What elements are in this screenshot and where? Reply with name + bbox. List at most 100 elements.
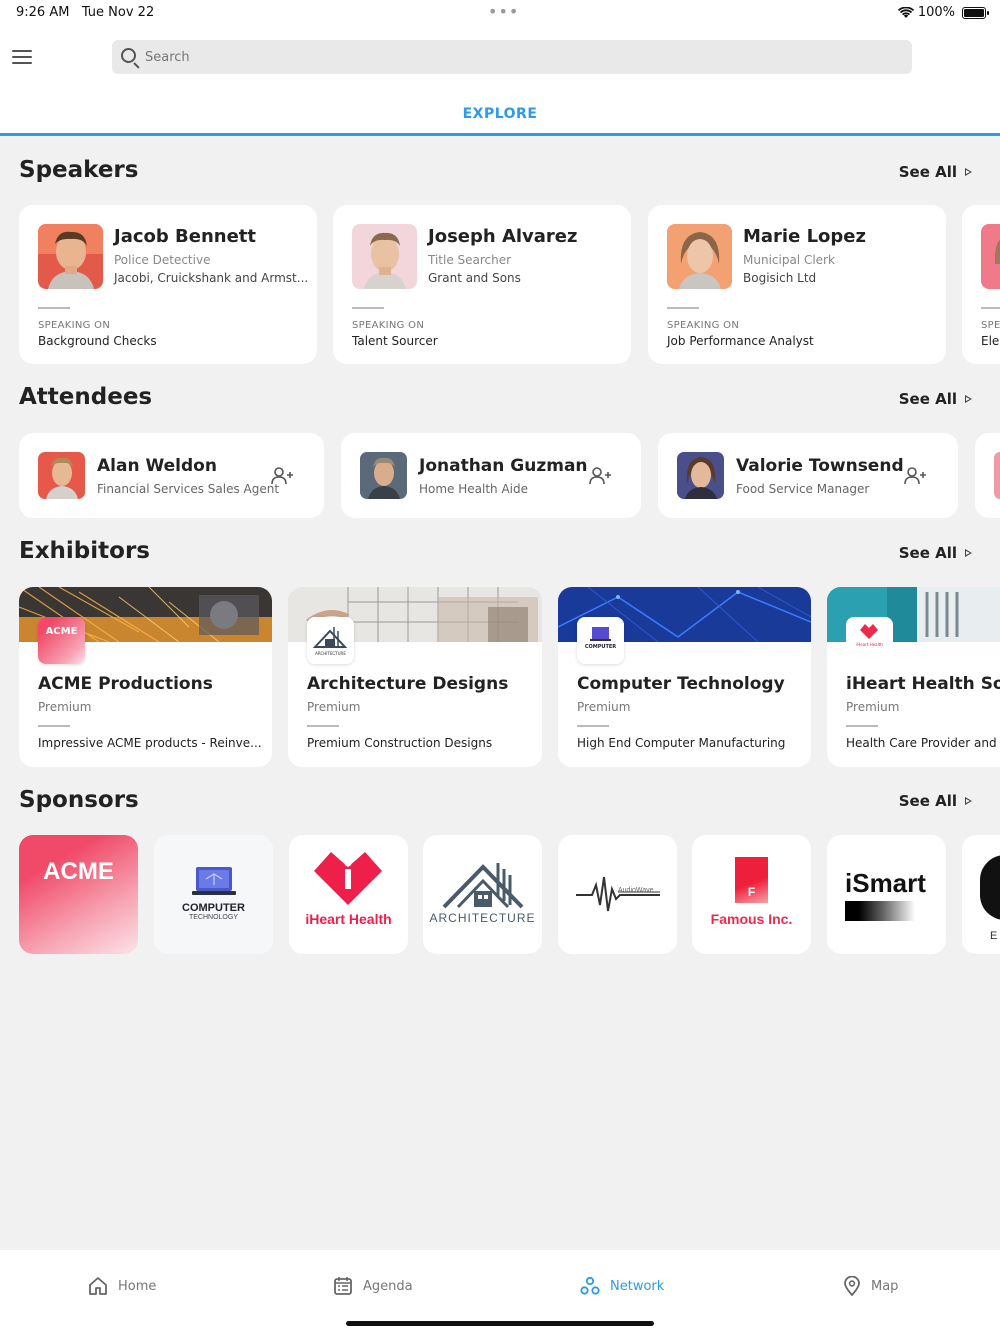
divider: [307, 725, 339, 727]
speaking-topic: Ele: [981, 334, 1000, 348]
sponsor-subname: TECHNOLOGY: [188, 914, 238, 921]
chevron-right-icon: [965, 395, 972, 403]
chevron-right-icon: [965, 797, 972, 805]
divider: [981, 307, 1000, 309]
divider: [38, 725, 70, 727]
exhibitor-description: Premium Construction Designs: [307, 736, 493, 750]
nav-label: Agenda: [363, 1278, 413, 1294]
exhibitors-see-all-button[interactable]: See All: [899, 544, 972, 562]
exhibitor-tier: Premium: [307, 700, 361, 714]
nav-network[interactable]: Network: [580, 1276, 664, 1296]
speaker-card[interactable]: Marie Lopez Municipal Clerk Bogisich Ltd…: [648, 205, 946, 364]
exhibitor-logo: COMPUTER: [577, 617, 624, 664]
attendee-role: Home Health Aide: [419, 482, 529, 496]
nav-label: Map: [871, 1278, 899, 1294]
exhibitor-name: ACME Productions: [38, 674, 213, 694]
nav-map[interactable]: Map: [843, 1276, 898, 1296]
attendee-card[interactable]: Jonathan Guzman Home Health Aide: [341, 433, 641, 518]
battery-icon: [962, 6, 989, 19]
menu-icon[interactable]: [12, 50, 32, 64]
speaker-card[interactable]: Joseph Alvarez Title Searcher Grant and …: [333, 205, 631, 364]
attendee-card[interactable]: Alan Weldon Financial Services Sales Age…: [19, 433, 324, 518]
avatar: [38, 452, 85, 499]
sponsors-see-all-button[interactable]: See All: [899, 792, 972, 810]
divider: [667, 307, 699, 309]
exhibitor-logo: iHeart Health: [846, 617, 893, 664]
computer-logo-text: COMPUTER: [584, 644, 617, 650]
sponsors-title: Sponsors: [19, 787, 139, 813]
sponsor-logo-partial[interactable]: E: [962, 835, 1000, 954]
attendee-card[interactable]: [975, 433, 1000, 518]
exhibitor-card[interactable]: COMPUTER Computer Technology Premium Hig…: [558, 587, 811, 767]
speaker-company: Bogisich Ltd: [743, 271, 817, 285]
attendee-name: Valorie Townsend: [736, 456, 904, 476]
sponsor-name: ACME: [43, 858, 114, 885]
multitasking-dots-icon[interactable]: •••: [488, 2, 519, 21]
sponsor-logo-architecture[interactable]: ARCHITECTURE: [423, 835, 542, 954]
exhibitor-logo: ARCHITECTURE: [307, 617, 354, 664]
add-contact-icon[interactable]: [589, 466, 611, 486]
status-right: 100%: [897, 5, 989, 20]
sponsor-logo-acme[interactable]: ACME: [19, 835, 138, 954]
home-icon: [89, 1277, 107, 1295]
home-indicator[interactable]: [346, 1321, 654, 1326]
divider: [38, 307, 70, 309]
nav-label: Home: [118, 1278, 157, 1294]
ismart-stripes-icon: [845, 901, 915, 921]
tab-explore[interactable]: EXPLORE: [0, 106, 1000, 122]
search-placeholder: Search: [145, 50, 190, 65]
search-input[interactable]: Search: [112, 40, 912, 74]
status-time: 9:26 AM Tue Nov 22: [16, 5, 155, 20]
famous-mark-icon: F: [735, 857, 768, 903]
exhibitor-tier: Premium: [577, 700, 631, 714]
exhibitor-name: Architecture Designs: [307, 674, 509, 694]
avatar: [677, 452, 724, 499]
sponsor-logo-famous[interactable]: F Famous Inc.: [692, 835, 811, 954]
sponsor-logo-audiowave[interactable]: AudioWave: [558, 835, 677, 954]
speaker-company: Grant and Sons: [428, 271, 521, 285]
speaking-topic: Talent Sourcer: [352, 334, 438, 348]
exhibitor-card[interactable]: ACME ACME Productions Premium Impressive…: [19, 587, 272, 767]
nav-agenda[interactable]: Agenda: [333, 1276, 413, 1296]
avatar: [352, 224, 417, 289]
acme-logo-text: ACME: [38, 617, 85, 664]
sponsor-logo-computer[interactable]: COMPUTER TECHNOLOGY: [154, 835, 273, 954]
attendee-name: Jonathan Guzman: [419, 456, 588, 476]
exhibitor-card[interactable]: ARCHITECTURE Architecture Designs Premiu…: [288, 587, 542, 767]
sponsor-name: ARCHITECTURE: [429, 911, 536, 925]
network-icon: [580, 1276, 600, 1295]
speaker-card[interactable]: Jacob Bennett Police Detective Jacobi, C…: [19, 205, 317, 364]
chevron-right-icon: [965, 549, 972, 557]
attendee-card[interactable]: Valorie Townsend Food Service Manager: [658, 433, 958, 518]
attendees-see-all-button[interactable]: See All: [899, 390, 972, 408]
add-contact-icon[interactable]: [271, 466, 293, 486]
exhibitor-logo: ACME: [38, 617, 85, 664]
speaker-card[interactable]: SPE Ele: [962, 205, 1000, 364]
sponsor-name: COMPUTER: [182, 902, 245, 914]
attendee-role: Financial Services Sales Agent: [97, 482, 280, 496]
speaking-on-label: SPEAKING ON: [352, 320, 425, 331]
sponsor-name: AudioWave: [618, 887, 654, 894]
attendee-role: Food Service Manager: [736, 482, 870, 496]
iheart-logo-text: iHeart Health: [856, 642, 883, 647]
speaking-on-label: SPEAKING ON: [667, 320, 740, 331]
exhibitor-name: Computer Technology: [577, 674, 785, 694]
speakers-see-all-button[interactable]: See All: [899, 163, 972, 181]
exhibitors-title: Exhibitors: [19, 538, 150, 564]
avatar: [981, 224, 1000, 289]
sponsor-logo-iheart[interactable]: iHeart Health: [289, 835, 408, 954]
avatar: [360, 452, 407, 499]
status-bar: 9:26 AM Tue Nov 22 ••• 100%: [0, 0, 1000, 26]
exhibitor-tier: Premium: [846, 700, 900, 714]
sponsor-logo-ismart[interactable]: iSmart: [827, 835, 946, 954]
nav-home[interactable]: Home: [88, 1276, 156, 1296]
architecture-logo-text: ARCHITECTURE: [315, 651, 346, 656]
exhibitor-name: iHeart Health Sol: [846, 674, 1000, 694]
tab-underline: [0, 133, 1000, 136]
speaking-topic: Job Performance Analyst: [667, 334, 814, 348]
divider: [846, 725, 878, 727]
add-contact-icon[interactable]: [904, 466, 926, 486]
exhibitor-card[interactable]: iHeart Health iHeart Health Sol Premium …: [827, 587, 1000, 767]
avatar: [994, 452, 1000, 499]
speaker-role: Police Detective: [114, 253, 211, 267]
